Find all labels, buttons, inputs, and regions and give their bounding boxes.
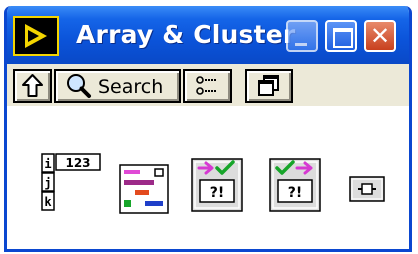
palette-window: Array & Cluster ✕ Search i j k 123 ?! ?! [4, 6, 412, 252]
up-arrow-icon [22, 74, 43, 97]
array-index-k: k [44, 195, 52, 209]
cluster-icon[interactable] [119, 164, 169, 214]
view-options-icon [196, 76, 217, 95]
minimize-icon [295, 43, 307, 46]
close-button[interactable]: ✕ [364, 20, 396, 52]
search-button[interactable]: Search [54, 69, 181, 103]
up-button[interactable] [13, 69, 52, 103]
small-control-icon[interactable] [349, 176, 385, 202]
array-element-glyph: 123 [65, 156, 90, 170]
labview-icon[interactable] [13, 16, 59, 56]
magnifier-icon [67, 74, 91, 98]
array-to-cluster-icon[interactable]: ?! [191, 158, 243, 212]
array-index-j: j [44, 176, 51, 190]
minimize-button[interactable] [286, 20, 318, 52]
array-icon[interactable]: i j k 123 [41, 153, 103, 213]
view-options-button[interactable] [183, 69, 232, 103]
maximize-icon [333, 28, 353, 48]
array-to-cluster-glyph: ?! [210, 185, 225, 201]
cluster-to-array-glyph: ?! [288, 185, 303, 201]
array-index-i: i [44, 157, 51, 171]
window-title: Array & Cluster [76, 20, 296, 49]
search-label: Search [98, 76, 164, 98]
cluster-to-array-icon[interactable]: ?! [269, 158, 321, 212]
maximize-button[interactable] [325, 20, 357, 52]
title-bar[interactable]: Array & Cluster ✕ [7, 6, 409, 64]
close-icon: ✕ [369, 22, 391, 50]
palette-area: i j k 123 ?! ?! [7, 106, 409, 249]
restore-palette-button[interactable] [245, 69, 293, 103]
restore-palette-icon [258, 75, 279, 96]
